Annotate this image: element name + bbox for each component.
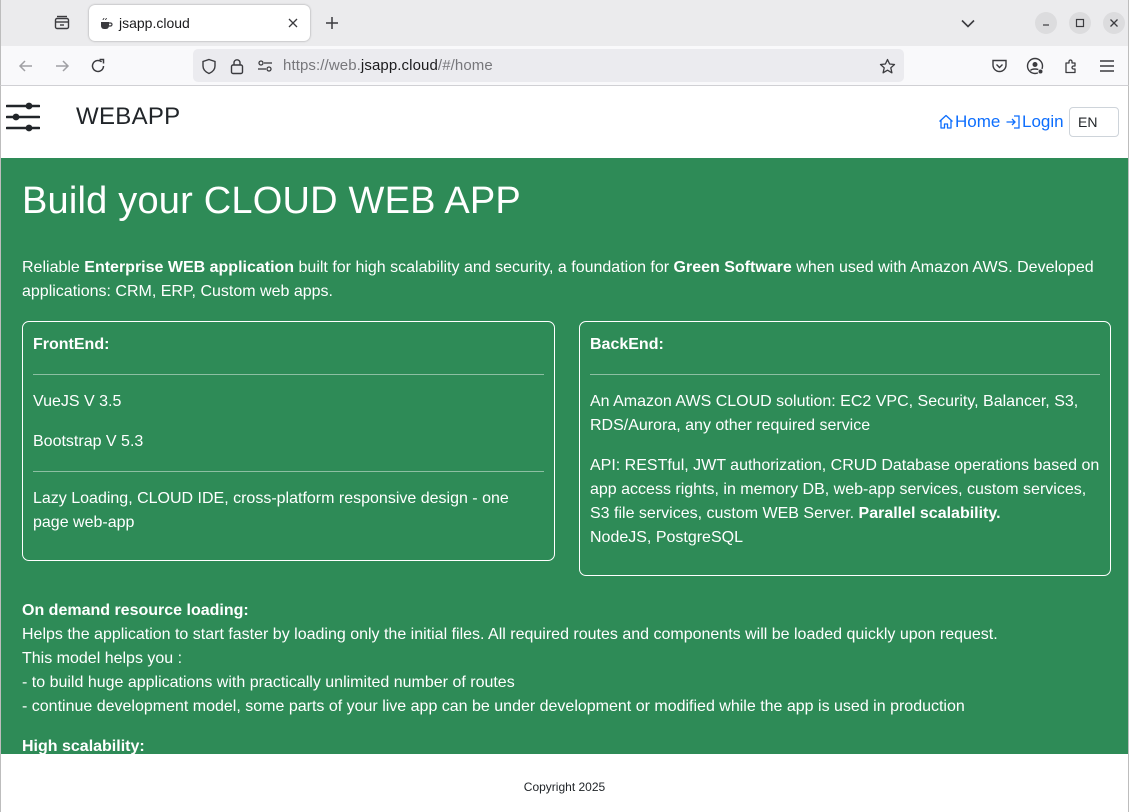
scalability-title: High scalability: [22,738,145,754]
app-menu-button[interactable] [1092,51,1122,81]
browser-tab[interactable]: jsapp.cloud [89,5,310,41]
hero-section: Build your CLOUD WEB APP Reliable Enterp… [1,158,1128,754]
sliders-icon [5,102,41,132]
nav-home-label: Home [955,112,1001,131]
close-icon[interactable] [280,10,306,36]
on-demand-line: Helps the application to start faster by… [22,626,998,643]
site-header: WEBAPP Home Login EN [1,86,1128,158]
browser-nav-bar: https://web.jsapp.cloud/#/home [0,46,1129,86]
on-demand-line: - continue development model, some parts… [22,698,965,715]
divider [590,374,1100,375]
pocket-button[interactable] [984,51,1014,81]
plus-icon [326,17,338,29]
frontend-item: VueJS V 3.5 [33,393,122,410]
tab-list-icon [54,15,70,30]
home-icon [938,113,954,131]
nav-login-label: Login [1022,112,1064,131]
frontend-note: Lazy Loading, CLOUD IDE, cross-platform … [33,490,509,531]
backend-card: BackEnd: An Amazon AWS CLOUD solution: E… [579,321,1111,576]
permissions-icon[interactable] [256,57,274,75]
window-close-button[interactable] [1103,12,1125,34]
reload-button[interactable] [83,51,113,81]
reload-icon [91,58,105,73]
on-demand-section: On demand resource loading: Helps the ap… [22,599,1112,719]
favicon-icon [98,15,114,31]
maximize-button[interactable] [1069,12,1091,34]
intro-paragraph: Reliable Enterprise WEB application buil… [22,259,1094,300]
forward-icon [56,60,70,72]
language-select[interactable]: EN [1069,107,1119,137]
page-title: Build your CLOUD WEB APP [22,180,521,222]
divider [33,471,544,472]
scalability-section: High scalability: [22,735,1112,754]
browser-tab-bar: jsapp.cloud [0,0,1129,46]
url-text[interactable]: https://web.jsapp.cloud/#/home [283,57,493,74]
tab-list-button[interactable] [47,9,77,37]
new-tab-button[interactable] [318,9,346,37]
extensions-icon [1065,59,1076,74]
site-footer: Copyright 2025 [1,754,1128,812]
tab-title: jsapp.cloud [119,15,190,31]
maximize-icon [1075,18,1085,28]
backend-stack-text: NodeJS, PostgreSQL [590,529,743,546]
account-icon [1026,57,1044,75]
pocket-icon [991,59,1007,73]
backend-aws-text: An Amazon AWS CLOUD solution: EC2 VPC, S… [590,393,1079,434]
divider [33,374,544,375]
account-button[interactable] [1020,51,1050,81]
list-all-tabs-button[interactable] [954,9,982,37]
address-bar[interactable]: https://web.jsapp.cloud/#/home [193,49,904,82]
frontend-card-title: FrontEnd: [33,336,110,353]
star-icon[interactable] [878,57,896,75]
backend-card-title: BackEnd: [590,336,664,353]
lock-icon[interactable] [228,57,246,75]
back-button[interactable] [11,51,41,81]
frontend-card: FrontEnd: VueJS V 3.5 Bootstrap V 5.3 La… [22,321,555,561]
site-brand[interactable]: WEBAPP [76,103,181,131]
hamburger-icon [1100,60,1114,72]
on-demand-line: - to build huge applications with practi… [22,674,515,691]
back-icon [18,60,32,72]
chevron-down-icon [961,19,975,28]
menu-toggle-button[interactable] [5,102,41,132]
close-icon [1110,19,1118,27]
login-icon [1005,113,1021,131]
nav-home-link[interactable]: Home [938,112,1000,132]
forward-button[interactable] [47,51,77,81]
backend-api-text: API: RESTful, JWT authorization, CRUD Da… [590,457,1100,522]
on-demand-line: This model helps you : [22,650,183,667]
shield-icon[interactable] [200,57,218,75]
copyright-text: Copyright 2025 [523,780,606,794]
web-page: WEBAPP Home Login EN Build your CLOUD WE… [0,86,1129,812]
nav-login-link[interactable]: Login [1005,112,1064,132]
on-demand-title: On demand resource loading: [22,602,249,619]
frontend-item: Bootstrap V 5.3 [33,433,144,450]
minimize-icon [1043,24,1049,26]
minimize-button[interactable] [1035,12,1057,34]
extensions-button[interactable] [1056,51,1086,81]
